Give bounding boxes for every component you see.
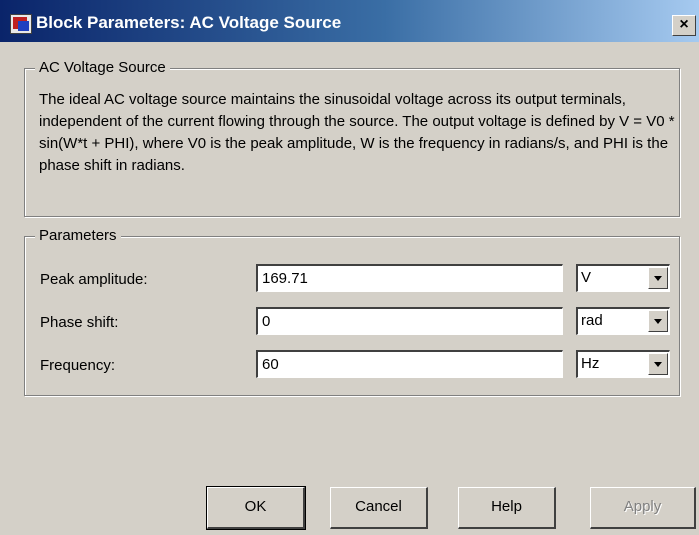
peak-amplitude-label: Peak amplitude: <box>40 271 148 288</box>
peak-amplitude-input[interactable] <box>256 264 563 292</box>
parameters-legend: Parameters <box>35 227 121 244</box>
peak-amplitude-unit-select[interactable]: V <box>576 264 670 292</box>
phase-shift-unit-select[interactable]: rad <box>576 307 670 335</box>
description-text: The ideal AC voltage source maintains th… <box>39 91 675 174</box>
chevron-down-icon[interactable] <box>648 267 668 289</box>
phase-shift-label: Phase shift: <box>40 314 119 331</box>
close-button[interactable]: × <box>672 15 696 36</box>
ok-button[interactable]: OK <box>206 486 306 530</box>
phase-shift-unit-value: rad <box>581 312 603 329</box>
phase-shift-input[interactable] <box>256 307 563 335</box>
block-icon <box>10 14 32 34</box>
frequency-label: Frequency: <box>40 357 116 374</box>
description-group: AC Voltage Source The ideal AC voltage s… <box>24 59 680 217</box>
help-button[interactable]: Help <box>458 487 556 529</box>
window-title: Block Parameters: AC Voltage Source <box>36 13 342 32</box>
frequency-unit-select[interactable]: Hz <box>576 350 670 378</box>
description-legend: AC Voltage Source <box>35 59 170 76</box>
chevron-down-icon[interactable] <box>648 310 668 332</box>
apply-button[interactable]: Apply <box>590 487 696 529</box>
cancel-button[interactable]: Cancel <box>330 487 428 529</box>
frequency-unit-value: Hz <box>581 355 600 372</box>
frequency-input[interactable] <box>256 350 563 378</box>
title-bar[interactable]: Block Parameters: AC Voltage Source × <box>0 0 699 42</box>
chevron-down-icon[interactable] <box>648 353 668 375</box>
peak-amplitude-unit-value: V <box>581 269 592 286</box>
